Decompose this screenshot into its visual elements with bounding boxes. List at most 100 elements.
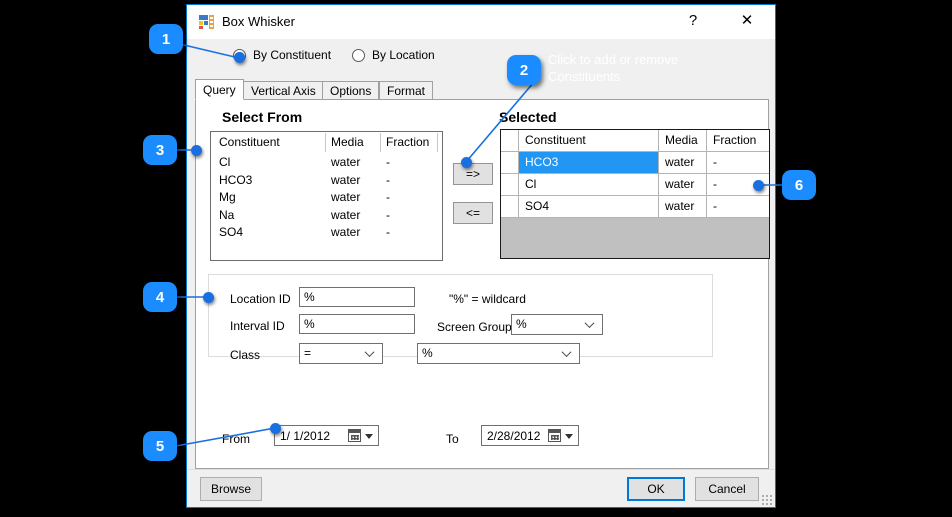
cell-fraction: - (386, 208, 390, 222)
select-from-heading: Select From (222, 109, 302, 125)
location-id-input[interactable]: % (299, 287, 415, 307)
class-value-select[interactable]: % (417, 343, 580, 364)
title-bar: Box Whisker ? ✕ (187, 5, 775, 39)
remove-constituent-button[interactable]: <= (453, 202, 493, 224)
tab-options[interactable]: Options (322, 81, 379, 100)
chevron-down-icon (563, 348, 572, 357)
list-item[interactable]: Na water - (211, 207, 442, 225)
selected-col-media: Media (659, 130, 707, 151)
select-from-list[interactable]: Constituent Media Fraction Cl water - HC… (210, 131, 443, 261)
query-tab-panel: Select From Selected Constituent Media F… (195, 99, 769, 469)
interval-id-input[interactable]: % (299, 314, 415, 334)
cell-media: water (331, 155, 360, 169)
column-divider (325, 133, 326, 152)
cell-media: water (331, 173, 360, 187)
location-id-label: Location ID (230, 292, 291, 306)
cell-constituent: SO4 (219, 225, 243, 239)
cell-media: water (331, 225, 360, 239)
screen-group-label: Screen Group (437, 320, 512, 334)
selected-heading: Selected (499, 109, 557, 125)
list-item[interactable]: Cl water - (211, 154, 442, 172)
row-header-corner (501, 130, 519, 151)
selected-constituents-grid[interactable]: Constituent Media Fraction HCO3 water - … (500, 129, 770, 259)
cell-constituent[interactable]: HCO3 (519, 152, 659, 173)
interval-id-label: Interval ID (230, 319, 285, 333)
screen-group-select[interactable]: % (511, 314, 603, 335)
mode-radio-group: By Constituent By Location (187, 39, 775, 79)
tab-strip: Query Vertical Axis Options Format (195, 79, 769, 100)
radio-by-constituent[interactable]: By Constituent (233, 48, 331, 62)
help-button[interactable]: ? (671, 5, 715, 35)
column-divider (437, 133, 438, 152)
select-from-col-constituent: Constituent (219, 135, 280, 149)
table-row[interactable]: SO4 water - (501, 196, 769, 218)
cell-media[interactable]: water (659, 152, 707, 173)
ok-button[interactable]: OK (627, 477, 685, 501)
window-title: Box Whisker (222, 14, 295, 29)
tab-format[interactable]: Format (379, 81, 433, 100)
query-filter-group: Location ID Interval ID Class Screen Gro… (208, 274, 713, 357)
list-item[interactable]: HCO3 water - (211, 172, 442, 190)
radio-by-constituent-label: By Constituent (253, 48, 331, 62)
from-date-picker[interactable]: 1/ 1/2012 (274, 425, 379, 446)
list-item[interactable]: SO4 water - (211, 224, 442, 242)
browse-button[interactable]: Browse (200, 477, 262, 501)
list-item[interactable]: Mg water - (211, 189, 442, 207)
chevron-down-icon (365, 434, 373, 439)
callout-badge-6: 6 (782, 170, 816, 200)
callout-badge-5: 5 (143, 431, 177, 461)
callout-anchor-3 (191, 145, 202, 156)
cell-constituent[interactable]: Cl (519, 174, 659, 195)
tab-query[interactable]: Query (195, 79, 244, 100)
resize-grip[interactable] (761, 494, 772, 505)
row-header[interactable] (501, 174, 519, 195)
class-operator-select[interactable]: = (299, 343, 383, 364)
to-date-picker[interactable]: 2/28/2012 (481, 425, 579, 446)
row-header[interactable] (501, 196, 519, 217)
callout-anchor-2 (461, 157, 472, 168)
wildcard-note: "%" = wildcard (449, 292, 526, 306)
close-button[interactable]: ✕ (725, 5, 769, 35)
cell-media[interactable]: water (659, 174, 707, 195)
select-from-col-media: Media (331, 135, 364, 149)
chevron-down-icon (366, 348, 375, 357)
row-header[interactable] (501, 152, 519, 173)
callout-badge-1: 1 (149, 24, 183, 54)
class-operator-value: = (304, 346, 311, 360)
cell-media: water (331, 190, 360, 204)
radio-by-location[interactable]: By Location (352, 48, 435, 62)
cell-fraction[interactable]: - (707, 152, 769, 173)
radio-by-location-label: By Location (372, 48, 435, 62)
calendar-icon (548, 429, 561, 442)
cell-media: water (331, 208, 360, 222)
cell-fraction: - (386, 173, 390, 187)
screen-group-value: % (516, 317, 527, 331)
cell-fraction[interactable]: - (707, 196, 769, 217)
callout-anchor-4 (203, 292, 214, 303)
table-row[interactable]: Cl water - (501, 174, 769, 196)
from-date-value: 1/ 1/2012 (280, 429, 330, 443)
select-from-header-row: Constituent Media Fraction (211, 132, 442, 154)
chevron-down-icon (565, 434, 573, 439)
cell-fraction: - (386, 225, 390, 239)
callout-anchor-5 (270, 423, 281, 434)
calendar-icon (348, 429, 361, 442)
selected-col-fraction: Fraction (707, 130, 769, 151)
form-icon (199, 15, 214, 29)
add-constituent-button[interactable]: => (453, 163, 493, 185)
cell-constituent: Cl (219, 155, 230, 169)
table-row[interactable]: HCO3 water - (501, 152, 769, 174)
cell-media[interactable]: water (659, 196, 707, 217)
selected-grid-header-row: Constituent Media Fraction (501, 130, 769, 152)
cell-constituent: HCO3 (219, 173, 252, 187)
select-from-col-fraction: Fraction (386, 135, 429, 149)
tab-vertical-axis[interactable]: Vertical Axis (243, 81, 324, 100)
callout-badge-4: 4 (143, 282, 177, 312)
cell-fraction: - (386, 190, 390, 204)
callout-badge-3: 3 (143, 135, 177, 165)
class-value: % (422, 346, 433, 360)
to-date-value: 2/28/2012 (487, 429, 540, 443)
cancel-button[interactable]: Cancel (695, 477, 759, 501)
callout-anchor-1 (234, 52, 245, 63)
cell-constituent[interactable]: SO4 (519, 196, 659, 217)
